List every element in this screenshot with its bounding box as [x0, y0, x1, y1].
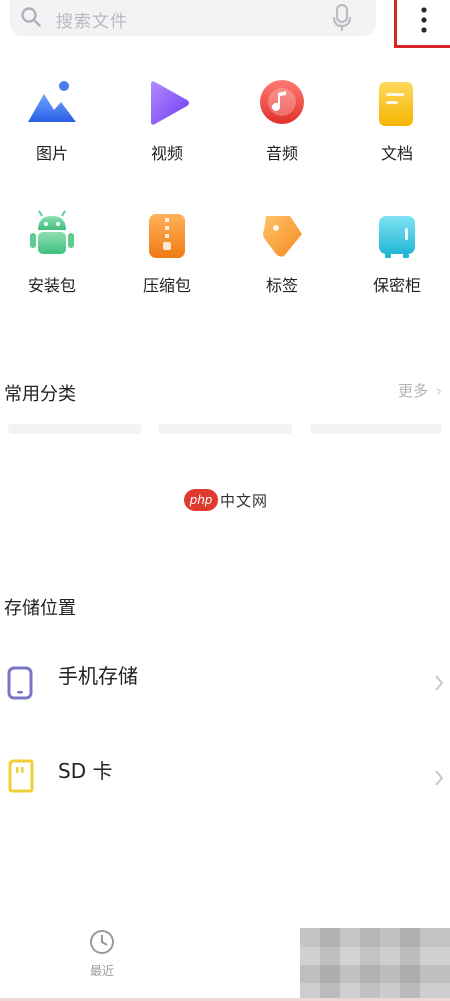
- category-placeholder: [158, 424, 292, 434]
- category-placeholder: [310, 424, 442, 434]
- storage-title: 存储位置: [4, 598, 76, 619]
- tag-icon: [263, 216, 302, 257]
- category-tags[interactable]: 标签: [226, 208, 338, 296]
- search-input[interactable]: 搜索文件: [56, 7, 128, 32]
- category-placeholder: [8, 424, 142, 434]
- android-icon: [30, 210, 74, 254]
- category-archives[interactable]: 压缩包: [111, 208, 223, 296]
- more-options-icon[interactable]: [414, 6, 434, 34]
- watermark-logo: php 中文网: [184, 489, 268, 511]
- sd-card-icon: [8, 759, 34, 793]
- category-audio[interactable]: 音频: [226, 76, 338, 164]
- more-link[interactable]: 更多 ›: [398, 380, 442, 401]
- search-icon: [21, 7, 41, 27]
- watermark-text: 中文网: [220, 492, 269, 510]
- nav-recent-label: 最近: [89, 964, 114, 978]
- category-safe[interactable]: 保密柜: [341, 208, 450, 296]
- safe-icon: [379, 216, 415, 258]
- chevron-right-icon: [435, 675, 444, 691]
- clock-icon: [90, 930, 114, 954]
- image-icon: [28, 81, 76, 122]
- storage-item-sd-card[interactable]: SD 卡: [0, 745, 450, 805]
- audio-icon: [260, 80, 304, 124]
- storage-label: 手机存储: [58, 664, 138, 688]
- category-apk[interactable]: 安装包: [0, 208, 108, 296]
- search-bar[interactable]: 搜索文件: [10, 0, 376, 36]
- chevron-right-icon: [435, 770, 444, 786]
- blurred-area: [300, 928, 450, 1001]
- nav-recent[interactable]: 最近: [82, 928, 122, 979]
- phone-icon: [7, 666, 33, 700]
- more-label: 更多: [397, 382, 428, 400]
- chevron-right-icon: ›: [436, 382, 442, 400]
- storage-label: SD 卡: [58, 759, 113, 783]
- video-icon: [151, 81, 189, 125]
- document-icon: [379, 82, 413, 126]
- common-categories-title: 常用分类: [4, 384, 76, 405]
- storage-item-phone[interactable]: 手机存储: [0, 650, 450, 710]
- watermark-badge: php: [184, 489, 218, 511]
- category-documents[interactable]: 文档: [341, 76, 450, 164]
- microphone-icon[interactable]: [332, 4, 352, 32]
- category-images[interactable]: 图片: [0, 76, 108, 164]
- zip-icon: [149, 214, 185, 258]
- category-video[interactable]: 视频: [111, 76, 223, 164]
